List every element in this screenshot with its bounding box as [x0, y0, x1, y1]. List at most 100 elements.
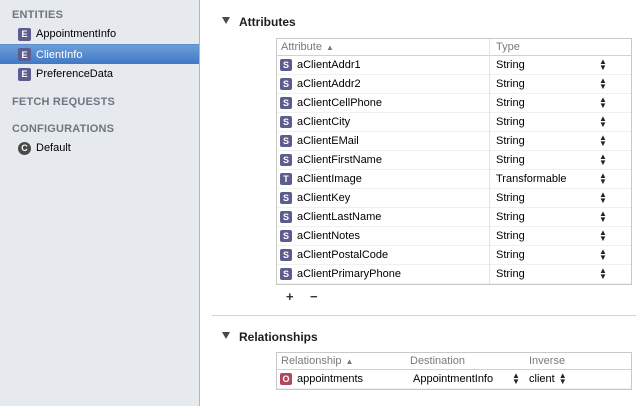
column-header-type[interactable]: Type: [489, 41, 520, 53]
add-attribute-button[interactable]: +: [286, 289, 294, 304]
up-down-stepper-icon: ▲ ▼: [599, 76, 607, 91]
attribute-type-icon: S: [280, 192, 292, 204]
up-down-stepper-icon: ▲ ▼: [512, 371, 520, 386]
table-row[interactable]: SaClientCity String ▲ ▼: [277, 113, 631, 132]
column-header-attribute[interactable]: Attribute ▲: [277, 41, 489, 53]
attribute-type-popup[interactable]: Transformable ▲ ▼: [489, 171, 631, 186]
column-header-destination[interactable]: Destination: [407, 355, 526, 367]
configuration-icon: C: [18, 141, 31, 155]
column-header-relationship[interactable]: Relationship ▲: [277, 355, 407, 367]
table-row[interactable]: SaClientAddr2 String ▲ ▼: [277, 75, 631, 94]
attribute-type-icon: S: [280, 97, 292, 109]
attribute-type-icon: S: [280, 78, 292, 90]
attribute-name[interactable]: aClientFirstName: [297, 154, 382, 166]
attributes-table: Attribute ▲ Type SaClientAddr1 String ▲ ▼ Sa…: [276, 38, 632, 285]
entity-icon: E: [18, 67, 31, 81]
sidebar-item-default-configuration[interactable]: C Default: [0, 138, 199, 158]
attribute-name[interactable]: aClientLastName: [297, 211, 381, 223]
up-down-stepper-icon: ▲ ▼: [599, 133, 607, 148]
up-down-stepper-icon: ▲ ▼: [599, 114, 607, 129]
entity-icon: E: [18, 27, 31, 41]
table-row[interactable]: TaClientImage Transformable ▲ ▼: [277, 170, 631, 189]
attribute-type-popup[interactable]: String ▲ ▼: [489, 57, 631, 72]
attribute-type-icon: S: [280, 268, 292, 280]
attribute-type-popup[interactable]: String ▲ ▼: [489, 96, 631, 110]
remove-attribute-button[interactable]: −: [310, 289, 318, 304]
disclosure-triangle-down-icon[interactable]: [222, 17, 230, 24]
up-down-stepper-icon: ▲ ▼: [599, 266, 607, 281]
table-row[interactable]: SaClientLastName String ▲ ▼: [277, 208, 631, 227]
attribute-type-popup[interactable]: String ▲ ▼: [489, 247, 631, 262]
configurations-header: CONFIGURATIONS: [12, 123, 115, 135]
attribute-name[interactable]: aClientCity: [297, 116, 350, 128]
table-row[interactable]: SaClientPostalCode String ▲ ▼: [277, 246, 631, 265]
up-down-stepper-icon: ▲ ▼: [599, 190, 607, 205]
entity-icon: E: [18, 48, 31, 61]
relationships-table: Relationship ▲ Destination Inverse O app…: [276, 352, 632, 390]
table-row[interactable]: SaClientPrimaryPhone String ▲ ▼: [277, 265, 631, 284]
attribute-type-popup[interactable]: String ▲ ▼: [489, 114, 631, 129]
attribute-type-icon: S: [280, 59, 292, 71]
disclosure-triangle-down-icon[interactable]: [222, 332, 230, 339]
sidebar-item-label: Default: [36, 142, 71, 154]
attribute-type-popup[interactable]: String ▲ ▼: [489, 228, 631, 243]
attribute-name[interactable]: aClientPostalCode: [297, 249, 388, 261]
sidebar-item-label: PreferenceData: [36, 68, 114, 80]
entity-editor: Attributes Attribute ▲ Type SaClientAddr…: [200, 0, 636, 406]
attribute-type-popup[interactable]: String ▲ ▼: [489, 152, 631, 167]
table-row[interactable]: SaClientEMail String ▲ ▼: [277, 132, 631, 151]
relationships-table-header: Relationship ▲ Destination Inverse: [277, 353, 631, 370]
section-divider: [212, 315, 636, 316]
attribute-type-popup[interactable]: String ▲ ▼: [489, 190, 631, 205]
up-down-stepper-icon: ▲ ▼: [599, 228, 607, 243]
up-down-stepper-icon: ▲ ▼: [599, 57, 607, 72]
attribute-type-icon: S: [280, 116, 292, 128]
relationship-icon: O: [280, 373, 292, 385]
sidebar: ENTITIES E AppointmentInfo E ClientInfo …: [0, 0, 200, 406]
attribute-name[interactable]: aClientEMail: [297, 135, 359, 147]
attributes-rows: SaClientAddr1 String ▲ ▼ SaClientAddr2 String…: [277, 56, 631, 284]
sidebar-item-preferencedata[interactable]: E PreferenceData: [0, 64, 199, 84]
sort-ascending-icon: ▲: [345, 356, 354, 366]
destination-popup[interactable]: AppointmentInfo ▲ ▼: [407, 371, 526, 386]
attribute-type-popup[interactable]: String ▲ ▼: [489, 76, 631, 91]
attribute-name[interactable]: aClientNotes: [297, 230, 360, 242]
sidebar-item-appointmentinfo[interactable]: E AppointmentInfo: [0, 24, 199, 44]
relationship-name[interactable]: appointments: [297, 373, 363, 385]
sidebar-item-label: AppointmentInfo: [36, 28, 117, 40]
attribute-type-icon: S: [280, 249, 292, 261]
attribute-type-icon: S: [280, 211, 292, 223]
attributes-title: Attributes: [239, 15, 296, 29]
table-row[interactable]: SaClientKey String ▲ ▼: [277, 189, 631, 208]
attribute-name[interactable]: aClientAddr2: [297, 78, 361, 90]
attribute-type-popup[interactable]: String ▲ ▼: [489, 266, 631, 281]
table-row[interactable]: SaClientNotes String ▲ ▼: [277, 227, 631, 246]
attribute-type-icon: T: [280, 173, 292, 185]
up-down-stepper-icon: ▲ ▼: [599, 247, 607, 262]
table-row[interactable]: O appointments AppointmentInfo ▲ ▼ client…: [277, 370, 631, 389]
attribute-type-icon: S: [280, 135, 292, 147]
inverse-popup[interactable]: client ▲ ▼: [526, 371, 567, 386]
attribute-name[interactable]: aClientCellPhone: [297, 97, 382, 109]
table-row[interactable]: SaClientFirstName String ▲ ▼: [277, 151, 631, 170]
attribute-type-icon: S: [280, 230, 292, 242]
attribute-name[interactable]: aClientKey: [297, 192, 350, 204]
sidebar-item-clientinfo[interactable]: E ClientInfo: [0, 44, 199, 64]
attributes-table-header: Attribute ▲ Type: [277, 39, 631, 56]
relationships-title: Relationships: [239, 330, 318, 344]
attribute-name[interactable]: aClientPrimaryPhone: [297, 268, 401, 280]
attribute-name[interactable]: aClientAddr1: [297, 59, 361, 71]
attribute-type-popup[interactable]: String ▲ ▼: [489, 133, 631, 148]
attribute-type-popup[interactable]: String ▲ ▼: [489, 210, 631, 224]
up-down-stepper-icon: ▲ ▼: [558, 371, 567, 386]
sort-ascending-icon: ▲: [325, 42, 334, 52]
fetch-requests-header: FETCH REQUESTS: [12, 96, 116, 108]
table-row[interactable]: SaClientCellPhone String ▲ ▼: [277, 94, 631, 113]
attribute-name[interactable]: aClientImage: [297, 173, 362, 185]
column-header-inverse[interactable]: Inverse: [526, 355, 565, 367]
up-down-stepper-icon: ▲ ▼: [599, 152, 607, 167]
up-down-stepper-icon: ▲ ▼: [599, 171, 607, 186]
attribute-type-icon: S: [280, 154, 292, 166]
entities-header: ENTITIES: [12, 9, 64, 21]
table-row[interactable]: SaClientAddr1 String ▲ ▼: [277, 56, 631, 75]
